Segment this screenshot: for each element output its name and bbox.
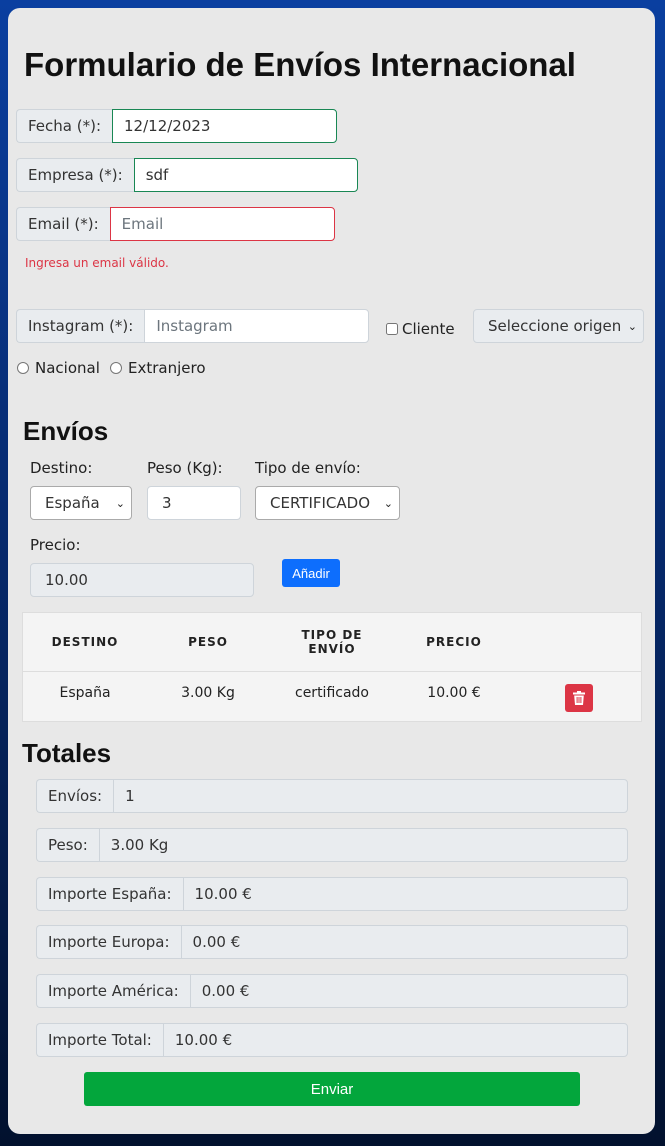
radio-nacional-label: Nacional — [35, 359, 100, 377]
chevron-down-icon: ⌄ — [115, 496, 125, 510]
total-importe-america-value: 0.00 € — [189, 974, 628, 1008]
instagram-input[interactable] — [144, 309, 370, 343]
total-importe-espana-label: Importe España: — [36, 877, 183, 911]
total-peso-value: 3.00 Kg — [98, 828, 628, 862]
email-error: Ingresa un email válido. — [25, 256, 169, 270]
add-button[interactable]: Añadir — [282, 559, 340, 587]
submit-button[interactable]: Enviar — [84, 1072, 580, 1106]
precio-input: 10.00 — [30, 563, 254, 597]
radio-extranjero[interactable]: Extranjero — [110, 359, 206, 377]
chevron-down-icon: ⌄ — [383, 496, 393, 510]
radio-extranjero-input[interactable] — [110, 362, 122, 374]
total-importe-espana-value: 10.00 € — [182, 877, 628, 911]
origen-select-value: Seleccione origen — [488, 317, 622, 335]
table-header-tipo: TIPO DE ENVÍO — [301, 628, 363, 656]
cliente-label: Cliente — [402, 320, 455, 338]
instagram-group: Instagram (*): — [16, 309, 370, 343]
radio-nacional[interactable]: Nacional — [17, 359, 100, 377]
trash-icon — [573, 691, 585, 705]
email-group: Email (*): — [16, 207, 335, 241]
origen-select[interactable]: Seleccione origen ⌄ — [473, 309, 644, 343]
destino-label: Destino: — [30, 459, 93, 477]
tipo-envio-select[interactable]: CERTIFICADO ⌄ — [255, 486, 400, 520]
fecha-label: Fecha (*): — [16, 109, 113, 143]
tipo-envio-label: Tipo de envío: — [255, 459, 361, 477]
fecha-group: Fecha (*): — [16, 109, 338, 143]
email-input[interactable] — [109, 207, 335, 241]
total-envios-value: 1 — [113, 779, 628, 813]
total-importe-america-label: Importe América: — [36, 974, 190, 1008]
table-header-peso: PESO — [188, 635, 228, 649]
total-importe-total: Importe Total: 10.00 € — [36, 1023, 628, 1057]
total-importe-europa-label: Importe Europa: — [36, 925, 181, 959]
page-title: Formulario de Envíos Internacional — [24, 46, 576, 83]
form-card: Formulario de Envíos Internacional Fecha… — [8, 8, 655, 1134]
empresa-input[interactable] — [133, 158, 358, 192]
table-cell-peso: 3.00 Kg — [181, 685, 235, 701]
delete-button[interactable] — [565, 684, 593, 712]
total-envios-label: Envíos: — [36, 779, 114, 813]
table-header-precio: PRECIO — [426, 635, 482, 649]
empresa-label: Empresa (*): — [16, 158, 134, 192]
empresa-group: Empresa (*): — [16, 158, 358, 192]
radio-nacional-input[interactable] — [17, 362, 29, 374]
envios-heading: Envíos — [23, 416, 109, 446]
table-cell-precio: 10.00 € — [427, 685, 481, 701]
chevron-down-icon: ⌄ — [627, 319, 637, 333]
destino-select-value: España — [45, 494, 100, 512]
instagram-label: Instagram (*): — [16, 309, 145, 343]
table-cell-destino: España — [59, 685, 111, 701]
table-header-destino: DESTINO — [51, 635, 119, 649]
total-importe-total-value: 10.00 € — [162, 1023, 628, 1057]
precio-label: Precio: — [30, 536, 81, 554]
cliente-checkbox[interactable]: Cliente — [386, 320, 455, 338]
tipo-envio-select-value: CERTIFICADO — [270, 494, 371, 512]
radio-extranjero-label: Extranjero — [128, 359, 206, 377]
envios-table: DESTINO PESO TIPO DE ENVÍO PRECIO España… — [22, 612, 642, 722]
table-cell-tipo: certificado — [295, 685, 369, 701]
total-importe-europa: Importe Europa: 0.00 € — [36, 925, 628, 959]
total-importe-total-label: Importe Total: — [36, 1023, 163, 1057]
total-peso-label: Peso: — [36, 828, 99, 862]
total-envios: Envíos: 1 — [36, 779, 628, 813]
fecha-input[interactable] — [112, 109, 338, 143]
totales-heading: Totales — [22, 738, 112, 768]
total-peso: Peso: 3.00 Kg — [36, 828, 628, 862]
total-importe-espana: Importe España: 10.00 € — [36, 877, 628, 911]
total-importe-america: Importe América: 0.00 € — [36, 974, 628, 1008]
email-label: Email (*): — [16, 207, 110, 241]
peso-label: Peso (Kg): — [147, 459, 223, 477]
total-importe-europa-value: 0.00 € — [180, 925, 628, 959]
destino-select[interactable]: España ⌄ — [30, 486, 132, 520]
peso-input[interactable]: 3 — [147, 486, 241, 520]
cliente-checkbox-box[interactable] — [386, 323, 398, 335]
